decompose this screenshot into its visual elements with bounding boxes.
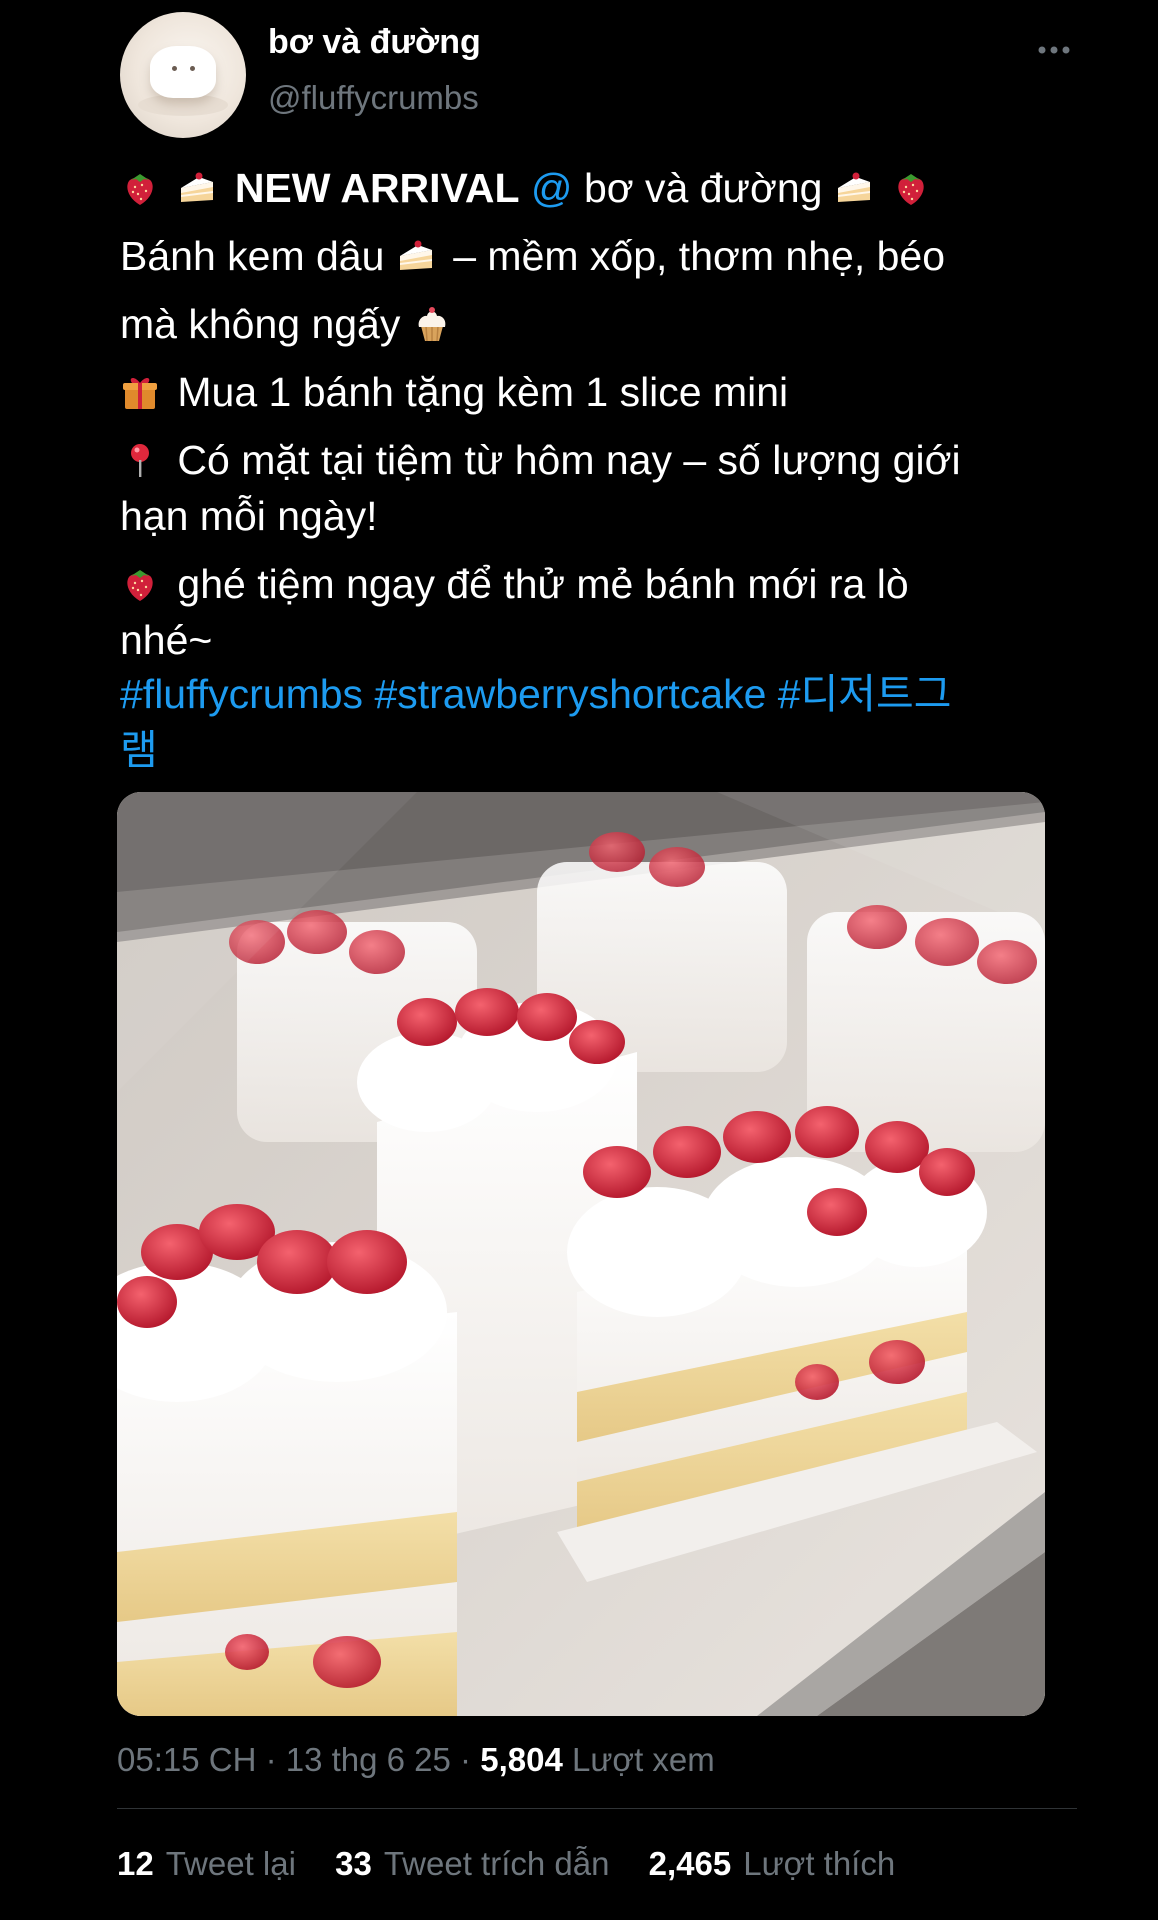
views-label: Lượt xem bbox=[571, 1741, 715, 1778]
display-name[interactable]: bơ và đường bbox=[268, 18, 481, 66]
tweet-line-6b: nhé~ bbox=[120, 612, 1080, 668]
cupcake-icon bbox=[412, 304, 452, 344]
likes-count: 2,465 bbox=[648, 1845, 732, 1882]
shop-name: bơ và đường bbox=[583, 165, 823, 211]
tweet-stats: 12 Tweet lại 33 Tweet trích dẫn 2,465 Lượt … bbox=[117, 1838, 925, 1890]
tweet-line-4: Mua 1 bánh tặng kèm 1 slice mini bbox=[120, 364, 1080, 420]
quotes-label: Tweet trích dẫn bbox=[383, 1845, 610, 1882]
views-count: 5,804 bbox=[480, 1741, 563, 1778]
cake-description-end: mà không ngấy bbox=[120, 301, 401, 347]
strawberry-shortcake-photo bbox=[117, 792, 1045, 1716]
tweet-line-1: NEW ARRIVAL @ bơ và đường bbox=[120, 160, 1080, 216]
strawberry-icon bbox=[891, 168, 931, 208]
strawberry-icon bbox=[120, 564, 160, 604]
avatar[interactable] bbox=[120, 12, 246, 138]
new-arrival-label: NEW ARRIVAL bbox=[234, 165, 520, 211]
avatar-eye-left bbox=[172, 66, 177, 71]
promo-text: Mua 1 bánh tặng kèm 1 slice mini bbox=[177, 369, 789, 415]
hashtags-line-1[interactable]: #fluffycrumbs #strawberryshortcake #디저트그 bbox=[120, 666, 1080, 722]
gift-icon bbox=[120, 372, 160, 412]
cake-slice-icon bbox=[834, 168, 874, 208]
quotes-stat[interactable]: 33 Tweet trích dẫn bbox=[335, 1845, 619, 1882]
tweet-meta: 05:15 CH · 13 thg 6 25 · 5,804 Lượt xem bbox=[117, 1734, 715, 1786]
avatar-eye-right bbox=[190, 66, 195, 71]
cake-name: Bánh kem dâu bbox=[120, 233, 385, 279]
visit-text-end: nhé~ bbox=[120, 617, 213, 663]
likes-label: Lượt thích bbox=[743, 1845, 896, 1882]
retweets-count: 12 bbox=[117, 1845, 154, 1882]
availability-text: Có mặt tại tiệm từ hôm nay – số lượng gi… bbox=[177, 437, 961, 483]
quotes-count: 33 bbox=[335, 1845, 372, 1882]
strawberry-icon bbox=[120, 168, 160, 208]
tweet-line-5b: hạn mỗi ngày! bbox=[120, 488, 1080, 544]
user-handle[interactable]: @fluffycrumbs bbox=[268, 74, 479, 122]
cake-slice-icon bbox=[396, 236, 436, 276]
tweet-line-3: mà không ngấy bbox=[120, 296, 1080, 352]
tweet-line-6: ghé tiệm ngay để thử mẻ bánh mới ra lò bbox=[120, 556, 1080, 612]
pin-icon bbox=[120, 440, 160, 480]
retweets-stat[interactable]: 12 Tweet lại bbox=[117, 1845, 305, 1882]
tweet-detail: bơ và đường @fluffycrumbs NEW ARRIVAL @ … bbox=[0, 0, 1158, 1920]
timestamp[interactable]: 05:15 CH · 13 thg 6 25 · bbox=[117, 1741, 471, 1778]
retweets-label: Tweet lại bbox=[165, 1845, 296, 1882]
availability-text-end: hạn mỗi ngày! bbox=[120, 493, 378, 539]
at-link[interactable]: @ bbox=[531, 165, 573, 211]
more-options-button[interactable] bbox=[1032, 28, 1076, 72]
cake-description: – mềm xốp, thơm nhẹ, béo bbox=[453, 233, 946, 279]
more-dots-icon bbox=[1038, 46, 1070, 54]
cream-character-avatar-icon bbox=[150, 46, 216, 98]
tweet-line-5: Có mặt tại tiệm từ hôm nay – số lượng gi… bbox=[120, 432, 1080, 488]
likes-stat[interactable]: 2,465 Lượt thích bbox=[649, 1845, 896, 1882]
tweet-photo[interactable] bbox=[117, 792, 1045, 1716]
hashtags-line-2[interactable]: 램 bbox=[120, 722, 1080, 778]
visit-text: ghé tiệm ngay để thử mẻ bánh mới ra lò bbox=[177, 561, 909, 607]
cake-slice-icon bbox=[177, 168, 217, 208]
tweet-line-2: Bánh kem dâu – mềm xốp, thơm nhẹ, béo bbox=[120, 228, 1080, 284]
divider bbox=[117, 1808, 1077, 1809]
tweet-text: NEW ARRIVAL @ bơ và đường Bánh kem dâu –… bbox=[120, 160, 1080, 778]
